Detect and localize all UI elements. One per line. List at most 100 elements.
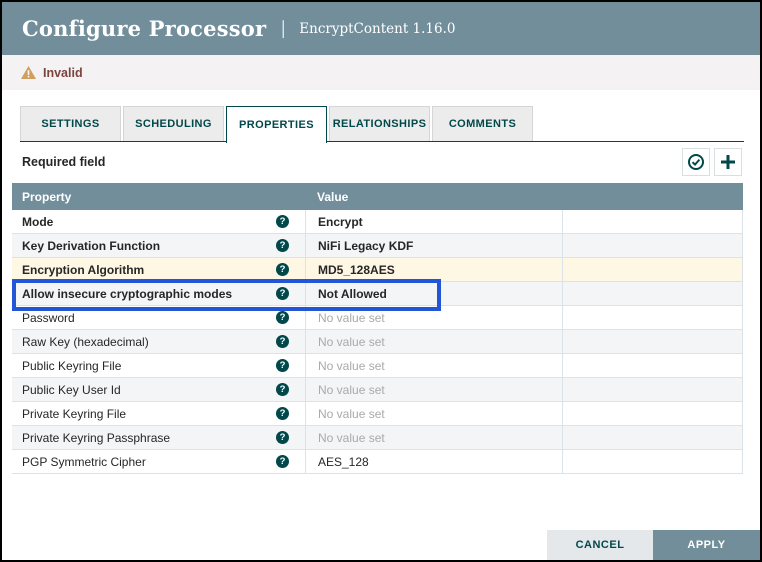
tab-settings[interactable]: SETTINGS	[20, 106, 121, 141]
property-value: NiFi Legacy KDF	[318, 239, 413, 253]
property-name: Raw Key (hexadecimal)	[22, 335, 149, 349]
property-value-cell[interactable]: MD5_128AES	[305, 258, 562, 281]
help-icon[interactable]: ?	[276, 455, 289, 468]
property-row[interactable]: Public Key User Id? No value set	[12, 378, 743, 402]
property-value: No value set	[318, 383, 385, 397]
help-icon[interactable]: ?	[276, 359, 289, 372]
property-value-cell[interactable]: AES_128	[305, 450, 562, 473]
property-row[interactable]: Encryption Algorithm? MD5_128AES	[12, 258, 743, 282]
property-row[interactable]: Raw Key (hexadecimal)? No value set	[12, 330, 743, 354]
title-separator: |	[280, 18, 286, 39]
help-icon[interactable]: ?	[276, 383, 289, 396]
empty-cell	[562, 234, 743, 257]
property-row[interactable]: Public Keyring File? No value set	[12, 354, 743, 378]
required-field-label: Required field	[22, 155, 105, 169]
dialog-titlebar: Configure Processor | EncryptContent 1.1…	[2, 2, 760, 55]
property-name-cell: Encryption Algorithm?	[12, 258, 305, 281]
properties-table: Property Value Mode? Encrypt Key Derivatio…	[12, 183, 743, 474]
property-row[interactable]: Key Derivation Function? NiFi Legacy KDF	[12, 234, 743, 258]
property-name: Encryption Algorithm	[22, 263, 144, 277]
property-value: No value set	[318, 311, 385, 325]
property-value-cell[interactable]: NiFi Legacy KDF	[305, 234, 562, 257]
tab-comments[interactable]: COMMENTS	[432, 106, 533, 141]
property-name: Allow insecure cryptographic modes	[22, 287, 232, 301]
add-property-button[interactable]	[714, 148, 742, 176]
empty-cell	[562, 330, 743, 353]
property-value: No value set	[318, 359, 385, 373]
empty-cell	[562, 258, 743, 281]
validation-status-bar: Invalid	[2, 55, 760, 90]
status-badge: Invalid	[43, 66, 83, 80]
property-name: Public Keyring File	[22, 359, 121, 373]
properties-toolbar: Required field	[20, 148, 742, 178]
table-body: Mode? Encrypt Key Derivation Function? NiFi…	[12, 210, 743, 474]
processor-name-version: EncryptContent 1.16.0	[299, 21, 455, 37]
empty-cell	[562, 210, 743, 233]
empty-cell	[562, 306, 743, 329]
property-name: PGP Symmetric Cipher	[22, 455, 146, 469]
property-name: Password	[22, 311, 75, 325]
property-row[interactable]: Password? No value set	[12, 306, 743, 330]
property-value-cell[interactable]: No value set	[305, 354, 562, 377]
check-circle-icon	[687, 153, 705, 171]
tab-relationships[interactable]: RELATIONSHIPS	[329, 106, 430, 141]
help-icon[interactable]: ?	[276, 287, 289, 300]
help-icon[interactable]: ?	[276, 311, 289, 324]
property-name-cell: Mode?	[12, 210, 305, 233]
property-name: Private Keyring Passphrase	[22, 431, 170, 445]
column-header-property: Property	[12, 190, 305, 204]
column-header-value: Value	[305, 190, 743, 204]
property-value: Encrypt	[318, 215, 363, 229]
configure-processor-dialog: Configure Processor | EncryptContent 1.1…	[0, 0, 762, 562]
help-icon[interactable]: ?	[276, 263, 289, 276]
property-name-cell: Private Keyring File?	[12, 402, 305, 425]
property-name-cell: Key Derivation Function?	[12, 234, 305, 257]
property-name: Mode	[22, 215, 53, 229]
help-icon[interactable]: ?	[276, 335, 289, 348]
tab-properties[interactable]: PROPERTIES	[226, 106, 327, 143]
dialog-title: Configure Processor	[22, 16, 266, 41]
property-value: No value set	[318, 407, 385, 421]
warning-icon	[21, 66, 36, 79]
property-value: Not Allowed	[318, 287, 387, 301]
property-row[interactable]: Allow insecure cryptographic modes? Not A…	[12, 282, 743, 306]
plus-icon	[720, 154, 736, 170]
property-row[interactable]: PGP Symmetric Cipher?AES_128	[12, 450, 743, 474]
property-row[interactable]: Private Keyring Passphrase?No value set	[12, 426, 743, 450]
help-icon[interactable]: ?	[276, 407, 289, 420]
empty-cell	[562, 426, 743, 449]
property-name-cell: Public Key User Id?	[12, 378, 305, 401]
property-name: Key Derivation Function	[22, 239, 160, 253]
cancel-button[interactable]: CANCEL	[547, 530, 653, 560]
property-row[interactable]: Mode? Encrypt	[12, 210, 743, 234]
property-name-cell: Public Keyring File?	[12, 354, 305, 377]
property-name: Private Keyring File	[22, 407, 126, 421]
help-icon[interactable]: ?	[276, 239, 289, 252]
property-value-cell[interactable]: No value set	[305, 306, 562, 329]
property-name-cell: PGP Symmetric Cipher?	[12, 450, 305, 473]
help-icon[interactable]: ?	[276, 215, 289, 228]
dialog-footer: CANCEL APPLY	[547, 530, 760, 560]
property-value: No value set	[318, 335, 385, 349]
property-value-cell[interactable]: No value set	[305, 378, 562, 401]
property-name-cell: Allow insecure cryptographic modes?	[12, 282, 305, 305]
verify-properties-button[interactable]	[682, 148, 710, 176]
empty-cell	[562, 450, 743, 473]
empty-cell	[562, 402, 743, 425]
empty-cell	[562, 354, 743, 377]
property-value-cell[interactable]: No value set	[305, 330, 562, 353]
help-icon[interactable]: ?	[276, 431, 289, 444]
property-value: MD5_128AES	[318, 263, 395, 277]
property-value-cell[interactable]: No value set	[305, 402, 562, 425]
tab-scheduling[interactable]: SCHEDULING	[123, 106, 224, 141]
property-value-cell[interactable]: Encrypt	[305, 210, 562, 233]
empty-cell	[562, 282, 743, 305]
apply-button[interactable]: APPLY	[653, 530, 760, 560]
property-value-cell[interactable]: No value set	[305, 426, 562, 449]
property-value-cell[interactable]: Not Allowed	[305, 282, 562, 305]
property-row[interactable]: Private Keyring File? No value set	[12, 402, 743, 426]
empty-cell	[562, 378, 743, 401]
property-name: Public Key User Id	[22, 383, 121, 397]
tab-strip: SETTINGSSCHEDULINGPROPERTIESRELATIONSHIP…	[20, 105, 744, 142]
property-name-cell: Private Keyring Passphrase?	[12, 426, 305, 449]
